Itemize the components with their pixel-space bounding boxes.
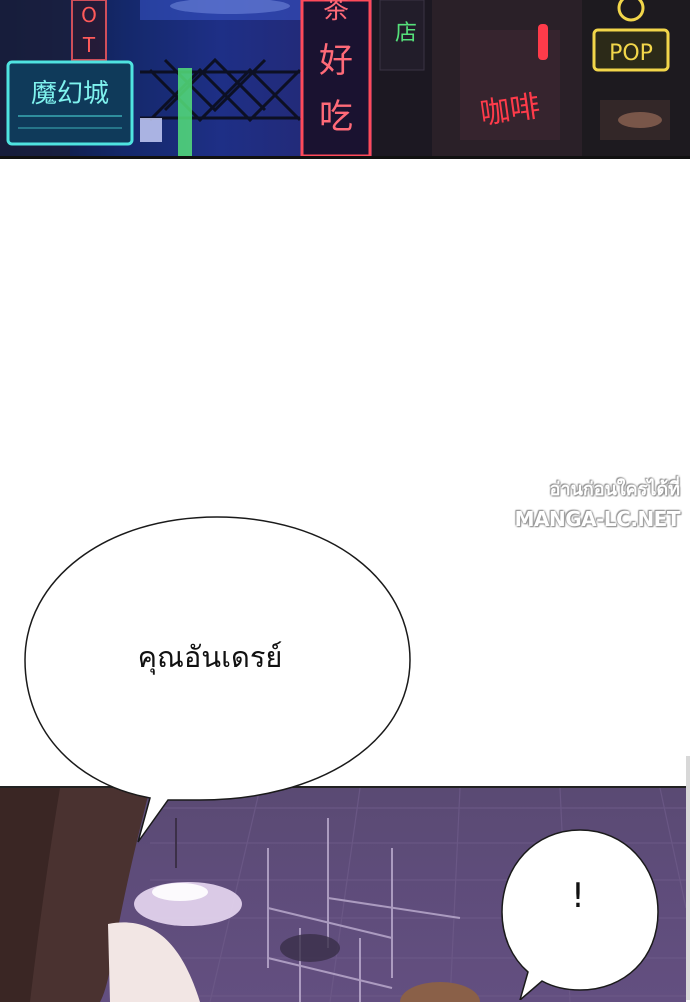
page-gutter bbox=[0, 159, 690, 786]
neon-street-panel: O T 魔幻城 茶 好 吃 店 咖啡 POP bbox=[0, 0, 690, 158]
panel-edge bbox=[686, 756, 690, 1000]
sign-left-chinese: 魔幻城 bbox=[31, 79, 109, 109]
sign-small-chinese: 店 bbox=[395, 21, 417, 46]
watermark-thai: อ่านก่อนใครได้ที่ bbox=[549, 479, 680, 500]
sign-pop: POP bbox=[609, 41, 653, 66]
main-bubble-text: คุณอันเดรย์ bbox=[137, 640, 283, 674]
sign-letter-o: O bbox=[81, 3, 97, 27]
sign-center-char-1: 茶 bbox=[323, 0, 349, 25]
sign-center-char-3: 吃 bbox=[319, 97, 353, 137]
watermark: อ่านก่อนใครได้ที่ MANGA-LC.NET bbox=[450, 474, 681, 531]
watermark-site: MANGA-LC.NET bbox=[514, 507, 681, 531]
sign-center-char-2: 好 bbox=[319, 41, 353, 81]
sign-letter-t: T bbox=[82, 33, 96, 57]
small-bubble-text: ! bbox=[571, 876, 585, 916]
neon-street-art: O T 魔幻城 茶 好 吃 店 咖啡 POP bbox=[0, 0, 690, 158]
